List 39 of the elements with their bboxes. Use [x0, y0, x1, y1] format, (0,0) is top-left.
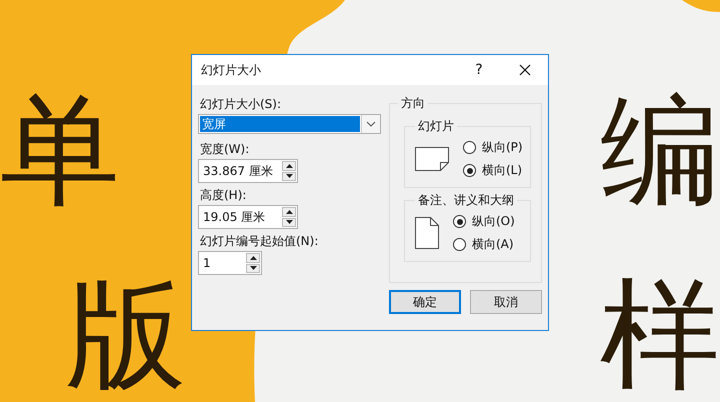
dropdown-button[interactable]: [361, 115, 380, 133]
field-label: 高度(H):: [200, 188, 246, 202]
up-arrow-icon: [250, 256, 256, 260]
up-arrow-icon: [286, 210, 292, 214]
portrait-page-icon: [415, 217, 439, 249]
radio-button[interactable]: [463, 141, 476, 154]
dropdown-value: 宽屏: [200, 116, 360, 132]
spin-up-button[interactable]: [282, 161, 296, 170]
field-label: 幻灯片编号起始值(N):: [200, 234, 318, 248]
group-title: 备注、讲义和大纲: [417, 192, 515, 209]
slide-size-dropdown[interactable]: 宽屏: [198, 114, 381, 134]
down-arrow-icon: [286, 174, 292, 178]
window-title: 幻灯片大小: [201, 62, 262, 78]
cancel-button[interactable]: 取消: [470, 290, 542, 314]
radio-label[interactable]: 横向(L): [482, 162, 522, 179]
spin-up-button[interactable]: [282, 207, 296, 216]
up-arrow-icon: [286, 164, 292, 168]
landscape-page-icon: [415, 147, 449, 171]
group-title: 方向: [400, 95, 426, 112]
field-label: 幻灯片大小(S):: [200, 97, 282, 111]
radio-button[interactable]: [463, 164, 476, 177]
close-icon: [519, 64, 531, 76]
radio-label[interactable]: 纵向(O): [472, 213, 515, 230]
field-label: 宽度(W):: [200, 142, 250, 156]
radio-label[interactable]: 横向(A): [472, 236, 514, 253]
ok-button[interactable]: 确定: [389, 290, 461, 314]
radio-label[interactable]: 纵向(P): [482, 139, 523, 156]
chevron-down-icon: [366, 121, 376, 127]
slide-title-character: 样: [600, 276, 720, 396]
slide-title-character: 单: [0, 92, 120, 212]
help-button[interactable]: ?: [456, 55, 502, 85]
radio-button[interactable]: [453, 215, 466, 228]
slide-title-character: 版: [66, 276, 186, 396]
radio-button[interactable]: [453, 238, 466, 251]
group-title: 幻灯片: [417, 118, 455, 135]
down-arrow-icon: [286, 220, 292, 224]
down-arrow-icon: [250, 266, 256, 270]
spin-up-button[interactable]: [246, 253, 260, 262]
slide-title-character: 编: [600, 92, 720, 212]
